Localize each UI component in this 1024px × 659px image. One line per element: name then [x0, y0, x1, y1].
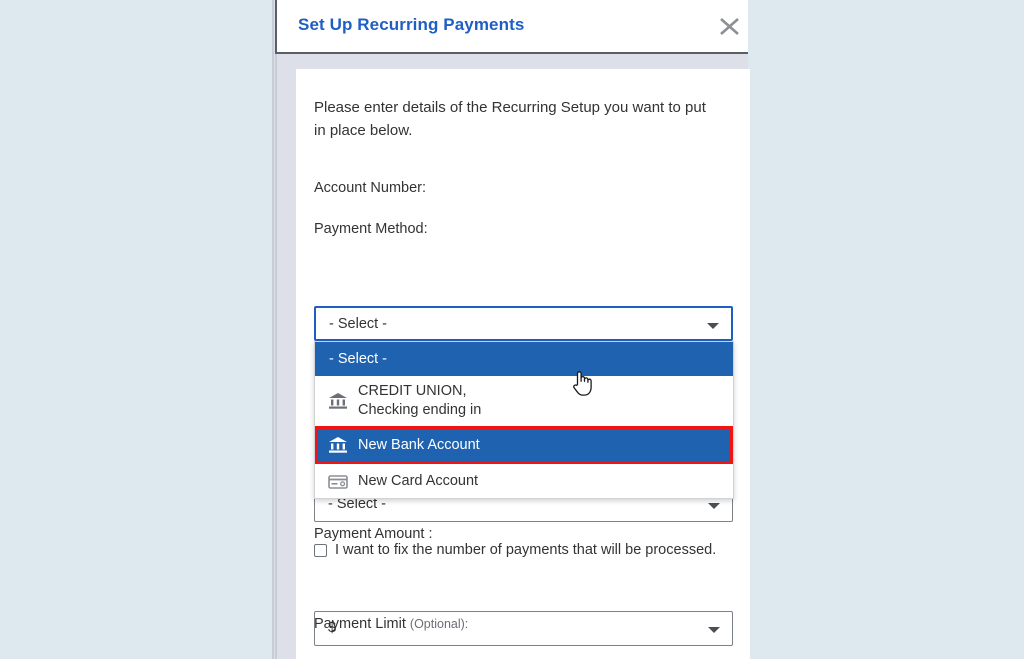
chevron-down-icon [708, 627, 720, 633]
dropdown-option-select[interactable]: - Select - [315, 342, 733, 376]
dropdown-option-line1: CREDIT UNION, [358, 383, 467, 399]
form-card: Please enter details of the Recurring Se… [296, 69, 750, 659]
dropdown-option-credit-union[interactable]: CREDIT UNION, Checking ending in [315, 376, 733, 426]
payment-amount-label: Payment Amount : [314, 526, 433, 542]
account-number-label: Account Number: [314, 180, 427, 196]
card-icon [325, 470, 351, 492]
backdrop-left-edge [272, 0, 274, 659]
payment-limit-text: Payment Limit [314, 616, 406, 632]
bank-icon [325, 390, 351, 412]
modal-body: Please enter details of the Recurring Se… [275, 54, 750, 659]
fix-payments-label: I want to fix the number of payments tha… [335, 542, 717, 558]
bank-icon [325, 434, 351, 456]
payment-method-select[interactable]: - Select - [314, 306, 733, 341]
payment-limit-optional: (Optional): [409, 617, 469, 631]
dropdown-option-new-bank-account[interactable]: New Bank Account [315, 426, 733, 464]
page-root: Set Up Recurring Payments Please enter d… [0, 0, 1024, 659]
payment-method-label: Payment Method: [314, 221, 428, 237]
dropdown-option-line2: Checking ending in [358, 402, 482, 418]
intro-text: Please enter details of the Recurring Se… [314, 99, 706, 139]
payment-method-select-value: - Select - [329, 316, 388, 332]
payment-limit-label: Payment Limit (Optional): [314, 616, 468, 632]
page-title: Set Up Recurring Payments [298, 15, 525, 34]
dropdown-option-label: - Select - [329, 350, 388, 367]
dropdown-option-label: New Card Account [358, 472, 479, 489]
chevron-down-icon [707, 323, 719, 329]
close-icon[interactable] [717, 13, 743, 39]
dropdown-option-label: CREDIT UNION, Checking ending in [358, 382, 481, 420]
dropdown-option-new-card-account[interactable]: New Card Account [315, 464, 733, 498]
fix-payments-checkbox[interactable] [314, 543, 327, 557]
recurring-payments-modal: Set Up Recurring Payments Please enter d… [275, 0, 750, 659]
fix-payments-row[interactable]: I want to fix the number of payments tha… [314, 542, 716, 558]
chevron-down-icon [708, 503, 720, 509]
dropdown-option-label: New Bank Account [358, 436, 480, 453]
modal-header: Set Up Recurring Payments [275, 0, 748, 54]
payment-method-dropdown[interactable]: - Select - CREDIT UNION, Checking ending… [314, 341, 734, 499]
